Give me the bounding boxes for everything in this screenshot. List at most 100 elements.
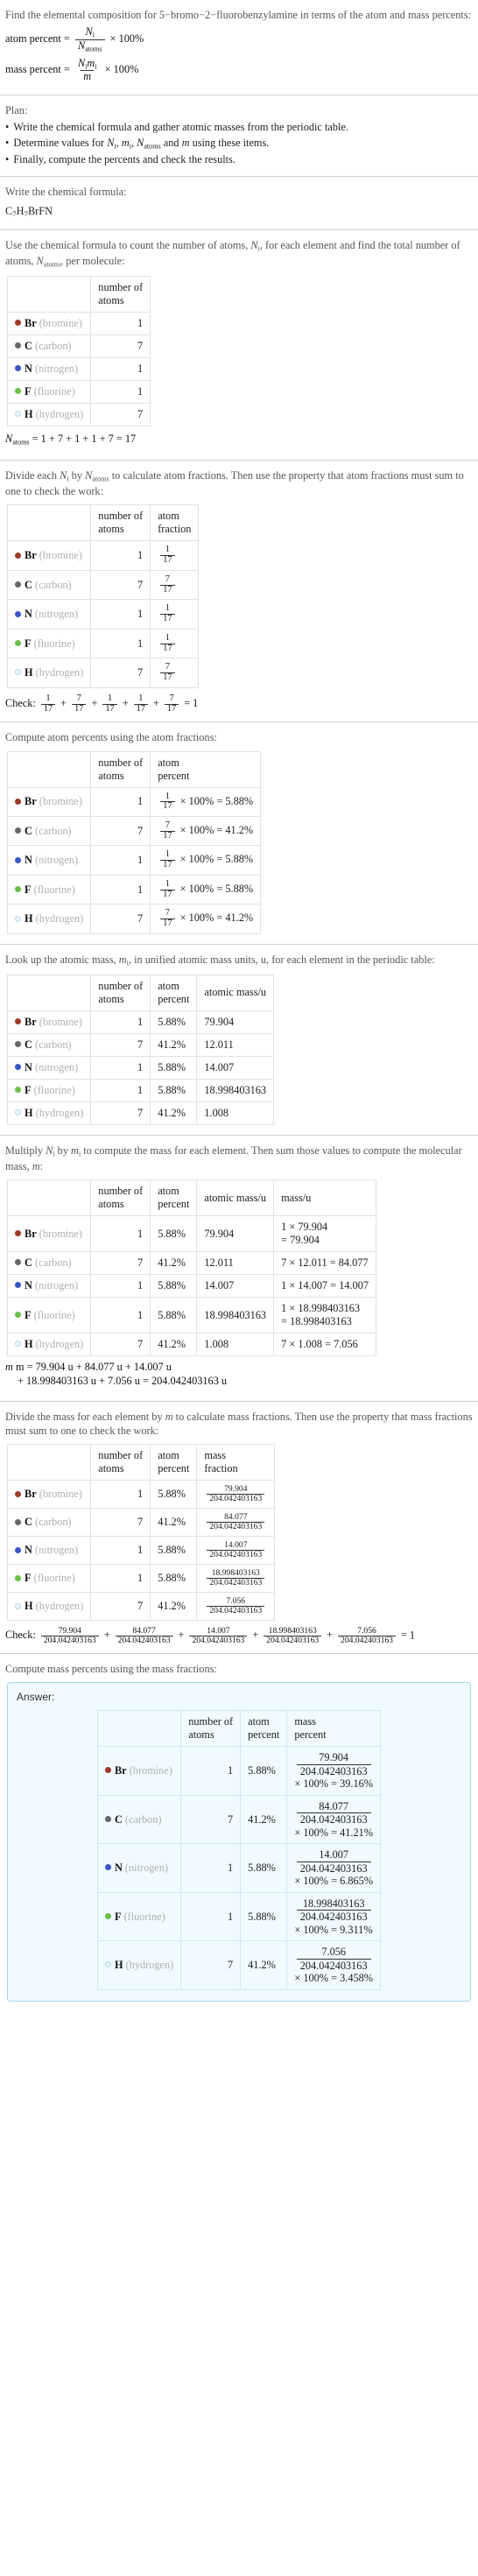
table-row: C (carbon) 7 xyxy=(6,334,151,358)
formula-element: H xyxy=(16,204,25,217)
atomic-mass: 14.007 xyxy=(196,1274,275,1299)
table-row: F (fluorine) 1 1 17 xyxy=(6,628,200,659)
fraction-denominator: 17 xyxy=(160,672,175,683)
column-header: atom percent xyxy=(240,1710,288,1748)
column-header: number of atoms xyxy=(90,974,151,1011)
mass-percent-numerator: 7.056 xyxy=(321,1946,347,1959)
element-name: (hydrogen) xyxy=(35,407,84,420)
atom-count: 7 xyxy=(90,1032,151,1057)
element-symbol: F xyxy=(25,384,32,398)
element-label: Br (bromine) xyxy=(96,1746,182,1796)
atom-fraction: 7 17 xyxy=(150,658,200,688)
fraction-denominator: 204.042403163 xyxy=(207,1578,265,1587)
element-name: (fluorine) xyxy=(33,1572,75,1585)
column-header: mass/u xyxy=(273,1179,377,1217)
intro-section: Find the elemental composition for 5−bro… xyxy=(0,0,478,95)
element-name: (bromine) xyxy=(39,795,82,808)
fraction-numerator: 1 xyxy=(107,693,113,703)
mass-fraction: 84.077 204.042403163 xyxy=(196,1508,276,1538)
fraction-denominator: 17 xyxy=(133,703,148,714)
element-symbol: Br xyxy=(25,1015,37,1028)
atom-count: 7 xyxy=(90,569,151,601)
mass-fractions-section: Divide the mass for each element by m to… xyxy=(0,1402,478,1653)
mass-percent-label: mass percent = xyxy=(5,62,70,75)
element-mass: 7 × 12.011 = 84.077 xyxy=(273,1251,377,1276)
element-symbol: C xyxy=(25,1256,32,1270)
column-header: number of atoms xyxy=(90,1179,151,1217)
mass-percent: 14.007 204.042403163 × 100% = 6.865% xyxy=(286,1843,382,1893)
atom-percent-value: 41.2% xyxy=(225,911,254,925)
element-symbol: N xyxy=(25,362,32,375)
element-label: F (fluorine) xyxy=(6,628,92,659)
atomic-mass: 14.007 xyxy=(196,1055,275,1080)
mass-fraction: 79.904 204.042403163 xyxy=(196,1480,276,1510)
column-header: number of atoms xyxy=(90,750,151,788)
table-row: H (hydrogen) 7 41.2% 7.056 204.042403163 xyxy=(6,1592,276,1622)
table-row: Br (bromine) 1 1 17 xyxy=(6,540,200,571)
fraction-numerator: 7 xyxy=(165,574,170,584)
element-label: Br (bromine) xyxy=(6,1215,92,1253)
Ni-numerator: N xyxy=(85,25,93,39)
atomic-mass-section: Look up the atomic mass, mi, in unified … xyxy=(0,945,478,1135)
mass-percent-expression: 79.904 204.042403163 × 100% = 39.16% xyxy=(294,1751,373,1791)
atom-count: 7 xyxy=(90,1333,151,1357)
atom-count: 1 xyxy=(90,1078,151,1102)
table-row: N (nitrogen) 1 5.88% 14.007 1 × 14.007 = 14.… xyxy=(6,1274,377,1299)
element-color-dot xyxy=(15,1064,21,1071)
element-name: (hydrogen) xyxy=(35,912,84,926)
element-name: (nitrogen) xyxy=(34,1544,79,1557)
element-name: (fluorine) xyxy=(123,1910,165,1923)
mass-percent: 79.904 204.042403163 × 100% = 39.16% xyxy=(286,1746,382,1796)
table-row: N (nitrogen) 1 5.88% 14.007 xyxy=(6,1055,275,1080)
table-header-row: number of atoms atom percent atomic mass/u ma… xyxy=(6,1179,377,1217)
element-name: (fluorine) xyxy=(33,1083,75,1096)
atom-count: 7 xyxy=(90,815,151,847)
element-color-dot xyxy=(104,1864,111,1871)
atom-count: 1 xyxy=(90,1215,151,1253)
atom-count: 1 xyxy=(90,1297,151,1334)
element-symbol: H xyxy=(25,1106,33,1119)
atom-count: 1 xyxy=(90,1536,151,1566)
element-mass: 7 × 1.008 = 7.056 xyxy=(273,1333,377,1357)
plan-item-2: Determine values for Ni, mi, Natoms and … xyxy=(5,136,473,151)
element-symbol: C xyxy=(25,578,32,591)
fraction-numerator: 1 xyxy=(138,693,144,703)
fraction-denominator: 204.042403163 xyxy=(207,1550,265,1559)
element-label: Br (bromine) xyxy=(6,786,92,817)
table-row: Br (bromine) 1 5.88% 79.904 1 × 79.904 = 79.9… xyxy=(6,1215,377,1253)
check-result: 1 xyxy=(409,1629,416,1642)
element-color-dot xyxy=(15,886,21,893)
fraction-denominator: 204.042403163 xyxy=(189,1636,248,1645)
atom-count: 1 xyxy=(90,599,151,630)
table-row: N (nitrogen) 1 5.88% 14.007 204.042403163 × 1… xyxy=(96,1843,382,1893)
element-name: (bromine) xyxy=(39,549,82,562)
fraction-denominator: 17 xyxy=(102,703,117,714)
fraction-denominator: 17 xyxy=(160,830,175,841)
atom-count: 1 xyxy=(90,628,151,659)
atomic-mass: 79.904 xyxy=(196,1010,275,1034)
fraction-denominator: 17 xyxy=(72,703,87,714)
table-row: N (nitrogen) 1 1 17 xyxy=(6,599,200,630)
element-name: (hydrogen) xyxy=(125,1959,174,1972)
element-name: (hydrogen) xyxy=(35,1600,84,1613)
element-label: F (fluorine) xyxy=(6,1297,92,1334)
column-header: atomic mass/u xyxy=(196,974,275,1011)
atom-percent: 5.88% xyxy=(240,1891,288,1942)
element-color-dot xyxy=(15,798,21,805)
table-row: Br (bromine) 1 5.88% 79.904 204.042403163 xyxy=(6,1480,276,1510)
element-name: (carbon) xyxy=(34,1038,72,1051)
fraction: 14.007 204.042403163 xyxy=(189,1627,248,1645)
element-color-dot xyxy=(104,1815,111,1822)
element-symbol: Br xyxy=(25,795,37,808)
molecular-mass-line-1: m = 79.904 u + 84.077 u + 14.007 u xyxy=(15,1361,172,1374)
atom-percent: 41.2% xyxy=(240,1940,288,1990)
element-name: (fluorine) xyxy=(33,384,75,398)
element-name: (bromine) xyxy=(39,1488,82,1501)
plan-item-1: Write the chemical formula and gather at… xyxy=(5,120,473,135)
element-color-dot xyxy=(15,1546,21,1553)
atom-percent: 5.88% xyxy=(150,1297,198,1334)
atom-percents-section: Compute atom percents using the atom fra… xyxy=(0,722,478,944)
fraction: 79.904 204.042403163 xyxy=(207,1485,265,1503)
element-color-dot xyxy=(15,915,21,922)
element-symbol: H xyxy=(25,912,33,926)
